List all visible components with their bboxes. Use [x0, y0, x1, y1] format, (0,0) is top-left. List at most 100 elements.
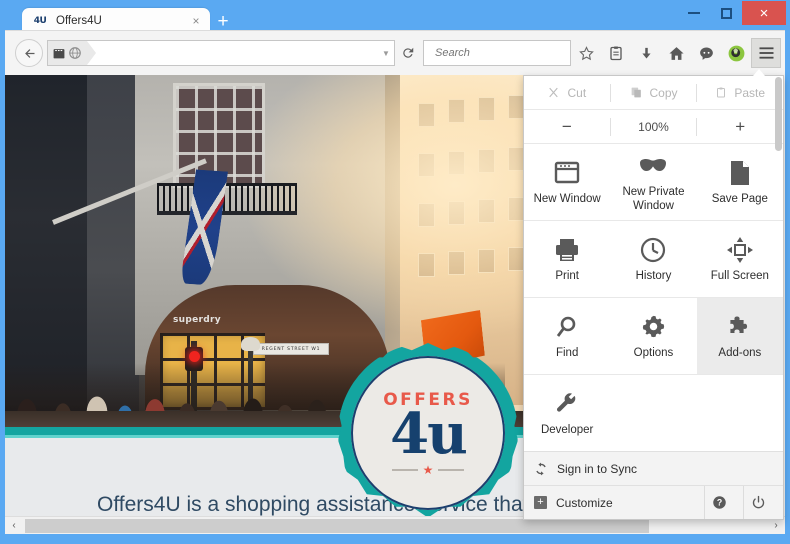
hamburger-menu-icon — [759, 47, 773, 59]
menu-customize-row: + Customize ? — [524, 485, 783, 519]
minimize-button[interactable] — [678, 2, 710, 24]
menu-sign-in-to-sync-label: Sign in to Sync — [557, 461, 638, 476]
hscroll-left-arrow[interactable]: ‹ — [5, 517, 23, 535]
menu-item-options[interactable]: Options — [610, 298, 696, 374]
menu-copy-button[interactable]: Copy — [611, 76, 697, 110]
search-box[interactable] — [423, 40, 578, 66]
addons-puzzle-icon — [727, 312, 753, 342]
menu-item-add-ons[interactable]: Add-ons — [696, 298, 783, 374]
menu-sign-in-to-sync[interactable]: Sign in to Sync — [524, 451, 783, 485]
addon-circle-button[interactable] — [721, 38, 751, 68]
badge-star-icon: ★ — [422, 463, 434, 478]
menu-cut-button[interactable]: Cut — [524, 76, 610, 110]
tab-close-icon[interactable]: × — [188, 14, 204, 28]
back-button[interactable] — [15, 39, 43, 67]
menu-vscroll-thumb[interactable] — [775, 77, 782, 151]
menu-grid-empty-2 — [697, 375, 783, 451]
menu-item-save-page[interactable]: Save Page — [697, 144, 783, 220]
search-input[interactable] — [435, 47, 578, 59]
cut-icon — [549, 87, 559, 98]
reader-list-button[interactable] — [601, 38, 631, 68]
close-icon: × — [759, 4, 769, 22]
reload-button[interactable] — [401, 46, 423, 60]
menu-zoom-row: − 100% + — [524, 110, 783, 144]
fullscreen-icon — [726, 235, 753, 265]
menu-edit-row: Cut Copy Paste — [524, 76, 783, 110]
maximize-button[interactable] — [710, 2, 742, 24]
menu-paste-button[interactable]: Paste — [697, 76, 783, 110]
zoom-in-button[interactable]: + — [697, 110, 783, 144]
power-quit-button[interactable] — [743, 486, 773, 519]
hero-lamp-head — [241, 337, 260, 351]
page-icon — [52, 47, 66, 60]
addon-circle-icon — [728, 45, 744, 61]
menu-grid-row-1: New Window New Private Window Save Page — [524, 144, 783, 220]
menu-item-add-ons-label: Add-ons — [718, 346, 762, 359]
menu-item-new-window[interactable]: New Window — [524, 144, 610, 220]
help-question-icon: ? — [713, 496, 726, 509]
menu-grid-row-3: Find Options Add-ons — [524, 298, 783, 374]
paste-icon — [717, 87, 726, 98]
downloads-button[interactable] — [631, 38, 661, 68]
menu-item-full-screen[interactable]: Full Screen — [697, 221, 783, 297]
new-window-icon — [554, 158, 580, 188]
menu-copy-label: Copy — [649, 85, 678, 100]
menu-item-print-label: Print — [555, 269, 579, 282]
window-bottom-edge — [0, 534, 790, 544]
url-input[interactable] — [96, 41, 378, 65]
sync-icon — [536, 462, 546, 475]
badge-rule-left — [391, 469, 418, 471]
url-dropdown-icon[interactable]: ▼ — [378, 49, 394, 58]
hero-balcony — [157, 183, 297, 215]
badge-brand-text: 4u — [390, 400, 468, 467]
save-page-icon — [729, 158, 751, 188]
menu-customize-label[interactable]: Customize — [556, 496, 613, 510]
tab-title: Offers4U — [56, 15, 102, 27]
maximize-icon — [720, 7, 732, 19]
home-button[interactable] — [661, 38, 691, 68]
menu-item-find[interactable]: Find — [524, 298, 610, 374]
minimize-icon — [688, 12, 700, 14]
customize-plus-icon: + — [534, 496, 547, 509]
home-icon — [668, 46, 684, 60]
close-button[interactable]: × — [742, 1, 786, 25]
private-window-mask-icon — [638, 151, 668, 181]
traffic-light-red-icon — [189, 351, 200, 362]
firefox-menu-panel: Cut Copy Paste − 100% + New Window New P… — [523, 69, 784, 520]
menu-grid-row-4: Developer — [524, 375, 783, 451]
developer-wrench-icon — [555, 389, 579, 419]
hello-chat-button[interactable] — [691, 38, 721, 68]
window-controls: × — [678, 0, 786, 26]
browser-window: × 4U Offers4U × + ▼ Search superdry REGE… — [0, 0, 790, 544]
menu-grid-row-2: Print History Full Screen — [524, 221, 783, 297]
menu-grid-empty-1 — [610, 375, 696, 451]
help-button[interactable]: ? — [704, 486, 734, 519]
bookmark-star-button[interactable] — [571, 38, 601, 68]
street-sign-label: REGENT STREET W1 — [253, 343, 329, 355]
site-identity-box[interactable] — [48, 41, 96, 65]
back-arrow-icon — [24, 48, 34, 58]
zoom-level-label[interactable]: 100% — [611, 110, 697, 144]
menu-cut-label: Cut — [567, 85, 587, 100]
hscroll-thumb[interactable] — [25, 518, 649, 533]
bookmark-star-icon — [578, 45, 594, 60]
menu-item-print[interactable]: Print — [524, 221, 610, 297]
menu-vertical-scrollbar[interactable] — [775, 77, 782, 177]
find-magnifier-icon — [555, 312, 579, 342]
menu-item-new-private-window[interactable]: New Private Window — [610, 144, 696, 220]
address-bar[interactable]: ▼ — [47, 40, 395, 66]
menu-item-history[interactable]: History — [610, 221, 696, 297]
menu-item-save-page-label: Save Page — [711, 192, 768, 205]
svg-text:?: ? — [717, 498, 722, 508]
menu-paste-label: Paste — [734, 85, 766, 100]
zoom-out-button[interactable]: − — [524, 110, 610, 144]
tab-favicon-icon: 4U — [33, 16, 47, 26]
hamburger-menu-button[interactable] — [751, 38, 781, 68]
copy-icon — [631, 87, 641, 98]
menu-item-find-label: Find — [555, 346, 579, 359]
menu-item-developer[interactable]: Developer — [524, 375, 610, 451]
new-tab-button[interactable]: + — [212, 11, 234, 32]
reader-list-icon — [610, 46, 622, 60]
reload-icon — [403, 47, 414, 58]
menu-item-new-private-window-label: New Private Window — [622, 186, 685, 212]
